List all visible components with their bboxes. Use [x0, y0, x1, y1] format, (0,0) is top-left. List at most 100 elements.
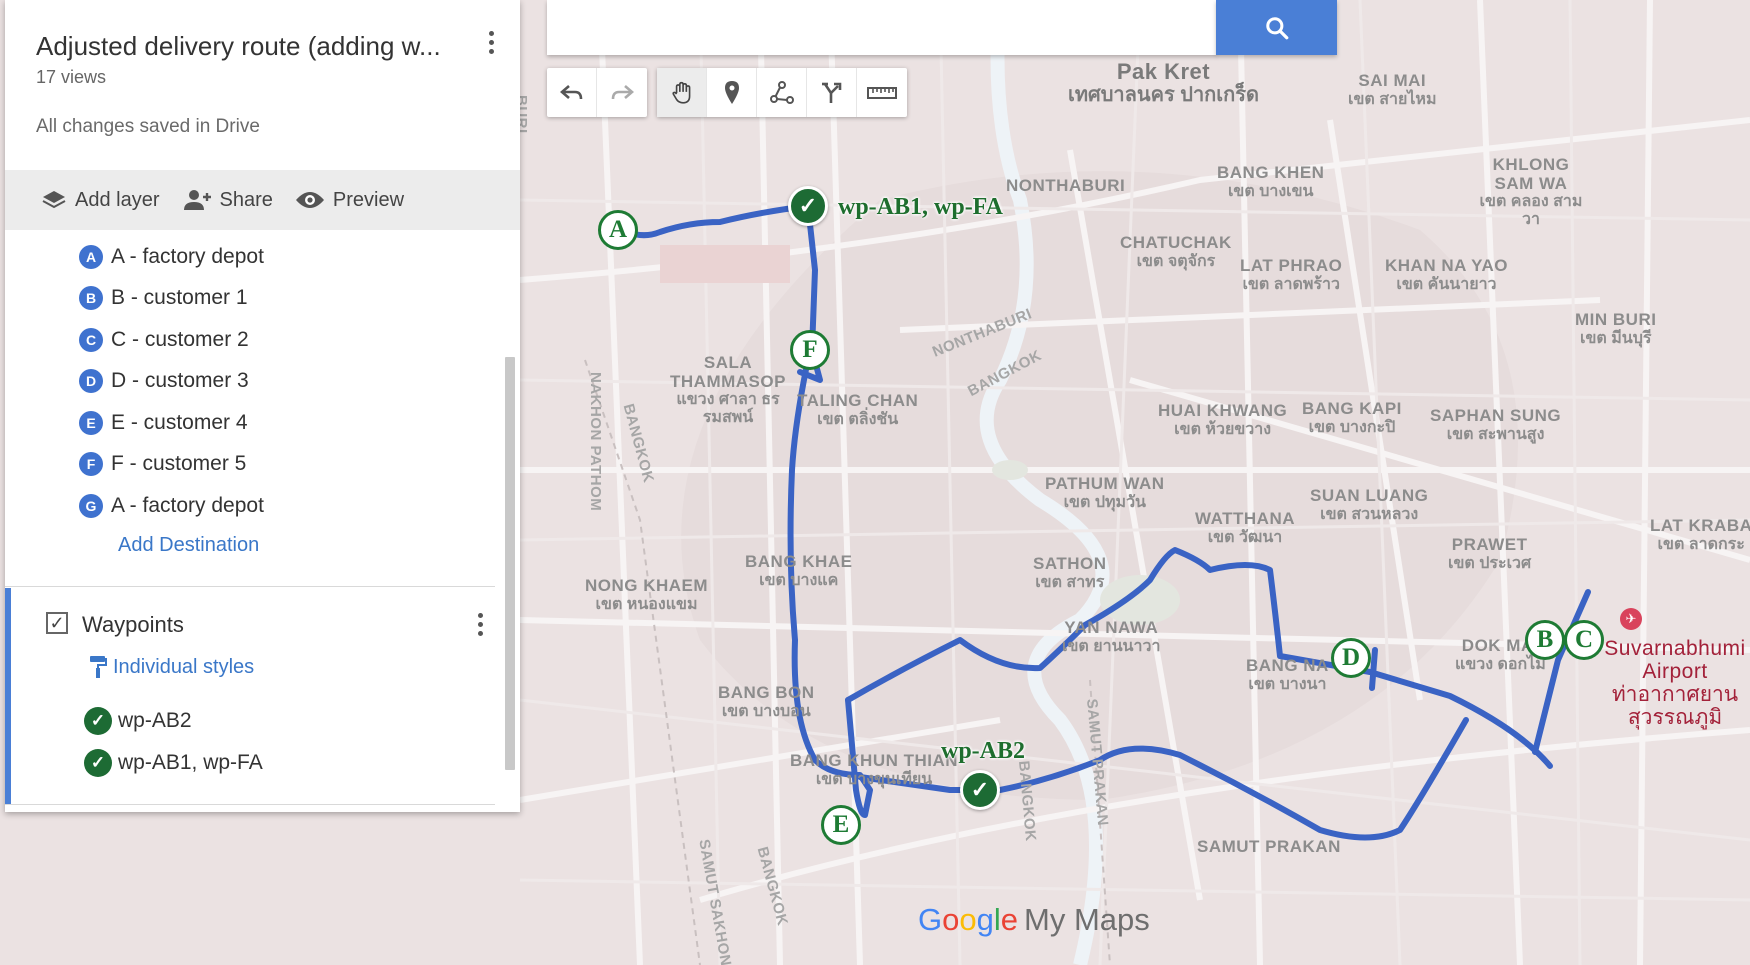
- check-icon: ✓: [84, 749, 112, 777]
- hand-icon: [671, 81, 690, 104]
- district-label: MIN BURI เขต มีนบุรี: [1575, 310, 1657, 347]
- district-label: HUAI KHWANG เขต ห้วยขวาง: [1158, 401, 1288, 438]
- waypoint-wp-ab2-label: wp-AB2: [941, 738, 1026, 764]
- add-layer-label: Add layer: [75, 188, 160, 211]
- destination-list: A A - factory depot B B - customer 1 C C - …: [79, 236, 264, 527]
- district-label: TALING CHAN เขต ตลิ่งชัน: [797, 391, 919, 428]
- marker-a[interactable]: A: [598, 210, 638, 250]
- district-label: BANG BON เขต บางบอน: [718, 683, 815, 720]
- waypoint-label: wp-AB1, wp-FA: [118, 751, 263, 774]
- district-label: LAT PHRAO เขต ลาดพร้าว: [1240, 256, 1343, 293]
- destination-label: E - customer 4: [111, 410, 248, 434]
- district-label: YAN NAWA เขต ยานนาวา: [1062, 618, 1161, 655]
- save-status: All changes saved in Drive: [36, 116, 260, 137]
- waypoint-wp-ab1-marker[interactable]: ✓: [788, 186, 828, 226]
- district-label: BANG NA เขต บางนา: [1246, 656, 1329, 693]
- divider: [5, 804, 495, 805]
- draw-line-button[interactable]: [757, 68, 807, 117]
- district-label: KHAN NA YAO เขต คันนายาว: [1385, 256, 1508, 293]
- divider: [5, 586, 495, 587]
- district-label: BANG KHUN THIAN เขต บางขุนเทียน: [790, 751, 959, 788]
- measure-button[interactable]: [857, 68, 907, 117]
- road-label: NAKHON PATHOM: [587, 372, 604, 512]
- marker-d[interactable]: D: [1331, 638, 1371, 678]
- marker-e[interactable]: E: [821, 805, 861, 845]
- district-label: SAI MAI เขต สายไหม: [1348, 71, 1437, 108]
- layer-visibility-checkbox[interactable]: ✓: [46, 612, 68, 634]
- district-label: NONG KHAEM เขต หนองแขม: [585, 576, 709, 613]
- district-label: SATHON เขต สาทร: [1033, 554, 1107, 591]
- district-label: SALA THAMMASOP แขวง ศาลา ธรรมสพน์: [670, 353, 786, 426]
- district-label: SAMUT PRAKAN: [1197, 837, 1341, 856]
- district-label: PATHUM WAN เขต ปทุมวัน: [1045, 474, 1165, 511]
- history-tool-group: [547, 68, 647, 117]
- redo-icon: [611, 84, 634, 99]
- destination-label: C - customer 2: [111, 327, 249, 351]
- destination-label: A - factory depot: [111, 493, 264, 517]
- preview-button[interactable]: Preview: [295, 189, 404, 212]
- ruler-icon: [867, 86, 897, 99]
- edit-tool-group: [657, 68, 907, 117]
- redo-button[interactable]: [597, 68, 647, 117]
- sidebar-scrollbar[interactable]: [505, 357, 515, 770]
- waypoint-wp-ab2-marker[interactable]: ✓: [960, 770, 1000, 810]
- destination-badge: D: [79, 369, 103, 394]
- map-sidebar: Adjusted delivery route (adding w... 17 …: [5, 0, 520, 812]
- destination-badge: G: [79, 493, 103, 518]
- district-label: NONTHABURI: [1006, 176, 1126, 195]
- district-label: PRAWET เขต ประเวศ: [1448, 535, 1532, 572]
- waypoint-wp-ab1-label: wp-AB1, wp-FA: [838, 194, 1003, 220]
- individual-styles-link[interactable]: Individual styles: [89, 654, 254, 680]
- draw-line-icon: [769, 80, 794, 104]
- undo-icon: [559, 84, 582, 99]
- destination-item[interactable]: G A - factory depot: [79, 485, 264, 527]
- destination-item[interactable]: B B - customer 1: [79, 278, 264, 320]
- add-marker-button[interactable]: [707, 68, 757, 117]
- destination-item[interactable]: E E - customer 4: [79, 402, 264, 444]
- destination-item[interactable]: F F - customer 5: [79, 444, 264, 486]
- marker-b[interactable]: B: [1525, 620, 1565, 660]
- paint-roller-icon: [90, 656, 107, 678]
- destination-item[interactable]: A A - factory depot: [79, 236, 264, 278]
- individual-styles-label: Individual styles: [113, 655, 255, 678]
- share-button[interactable]: Share: [182, 189, 273, 212]
- district-label: SUAN LUANG เขต สวนหลวง: [1310, 486, 1429, 523]
- marker-c[interactable]: C: [1564, 620, 1604, 660]
- add-layer-button[interactable]: Add layer: [41, 189, 160, 212]
- district-label: WATTHANA เขต วัฒนา: [1195, 509, 1295, 546]
- waypoint-item[interactable]: ✓ wp-AB2: [84, 700, 263, 742]
- undo-button[interactable]: [547, 68, 597, 117]
- district-label: Pak Kret เทศบาลนคร ปากเกร็ด: [1068, 59, 1259, 107]
- district-label: LAT KRABA เขต ลาดกระ: [1650, 516, 1750, 553]
- google-my-maps-logo: Google My Maps: [918, 902, 1150, 937]
- map-options-button[interactable]: [484, 31, 498, 54]
- destination-badge: E: [79, 410, 103, 435]
- waypoint-list: ✓ wp-AB2 ✓ wp-AB1, wp-FA: [84, 700, 263, 784]
- add-person-icon: [183, 190, 211, 210]
- destination-label: D - customer 3: [111, 369, 249, 393]
- directions-icon: [821, 82, 841, 103]
- add-directions-button[interactable]: [807, 68, 857, 117]
- search-icon: [1265, 16, 1288, 39]
- check-icon: ✓: [84, 707, 112, 735]
- map-title[interactable]: Adjusted delivery route (adding w...: [36, 31, 466, 62]
- search-input[interactable]: [547, 0, 1217, 55]
- destination-badge: A: [79, 244, 103, 269]
- district-label: KHLONG SAM WA เขต คลอง สามวา: [1479, 155, 1583, 228]
- marker-f[interactable]: F: [790, 330, 830, 370]
- layers-icon: [42, 191, 66, 209]
- layer-options-button[interactable]: [473, 613, 487, 636]
- destination-item[interactable]: C C - customer 2: [79, 319, 264, 361]
- eye-icon: [295, 192, 324, 208]
- view-count: 17 views: [36, 67, 107, 87]
- district-label: SAPHAN SUNG เขต สะพานสูง: [1430, 406, 1562, 443]
- add-destination-link[interactable]: Add Destination: [118, 534, 259, 557]
- layer-title[interactable]: Waypoints: [82, 612, 184, 638]
- destination-item[interactable]: D D - customer 3: [79, 361, 264, 403]
- select-hand-button[interactable]: [657, 68, 707, 117]
- waypoint-item[interactable]: ✓ wp-AB1, wp-FA: [84, 742, 263, 784]
- destination-badge: F: [79, 452, 103, 477]
- destination-badge: C: [79, 327, 103, 352]
- destination-label: B - customer 1: [111, 286, 248, 310]
- search-button[interactable]: [1216, 0, 1337, 55]
